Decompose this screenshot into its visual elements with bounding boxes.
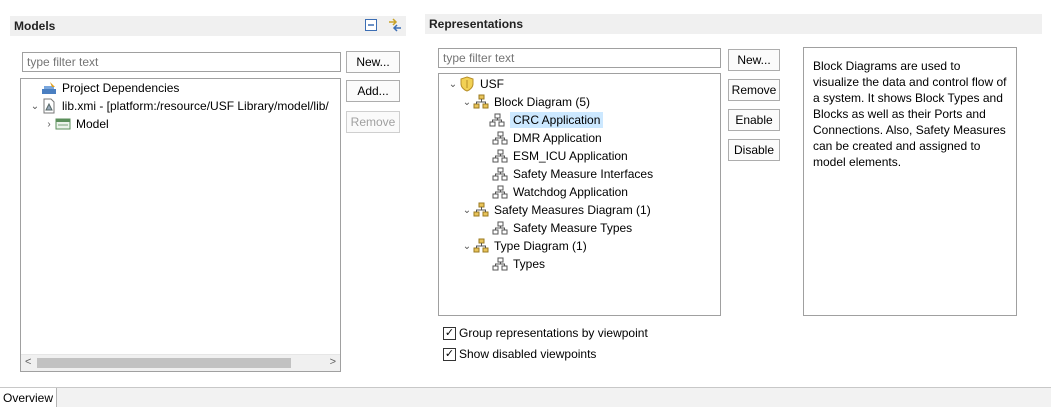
checkbox-label: Group representations by viewpoint xyxy=(459,326,648,340)
tree-item-usf[interactable]: ⌄ USF xyxy=(447,75,504,93)
tree-item-model[interactable]: › Model xyxy=(43,115,109,133)
tree-item-safety-measures-diagram[interactable]: ⌄ Safety Measures Diagram (1) xyxy=(461,201,651,219)
chevron-right-icon[interactable]: › xyxy=(43,119,55,130)
viewpoint-description: Block Diagrams are used to visualize the… xyxy=(803,47,1017,316)
tree-item-label: Block Diagram (5) xyxy=(494,95,591,109)
tree-item-label: Model xyxy=(76,117,109,131)
diagram-folder-icon xyxy=(473,202,489,217)
tree-item-dmr-application[interactable]: DMR Application xyxy=(492,129,602,147)
tree-item-crc-application[interactable]: CRC Application xyxy=(489,111,604,129)
chevron-down-icon[interactable]: ⌄ xyxy=(447,79,459,90)
tree-item-type-diagram[interactable]: ⌄ Type Diagram (1) xyxy=(461,237,587,255)
tree-item-safety-measure-interfaces[interactable]: Safety Measure Interfaces xyxy=(492,165,653,183)
tree-item-esm-icu-application[interactable]: ESM_ICU Application xyxy=(492,147,628,165)
chevron-down-icon[interactable]: ⌄ xyxy=(461,205,473,216)
tab-overview[interactable]: Overview xyxy=(0,388,58,407)
checkmark-icon[interactable]: ✓ xyxy=(443,326,456,340)
tree-item-types[interactable]: Types xyxy=(492,255,545,273)
models-remove-button: Remove xyxy=(346,111,400,133)
models-filter-input[interactable] xyxy=(22,52,341,72)
tree-item-label: Types xyxy=(513,257,546,271)
representations-title: Representations xyxy=(429,17,524,31)
chevron-down-icon[interactable]: ⌄ xyxy=(461,241,473,252)
show-disabled-viewpoints-checkbox[interactable]: ✓ Show disabled viewpoints xyxy=(443,347,596,361)
models-add-button[interactable]: Add... xyxy=(346,80,400,102)
tree-item-label: CRC Application xyxy=(510,112,604,128)
xmi-resource-icon xyxy=(43,98,55,114)
diagram-folder-icon xyxy=(473,238,489,253)
viewpoint-shield-icon xyxy=(460,76,474,92)
tree-item-block-diagram[interactable]: ⌄ Block Diagram (5) xyxy=(461,93,590,111)
diagram-icon xyxy=(492,257,508,271)
project-dependencies-icon xyxy=(42,82,56,94)
scrollbar-thumb[interactable] xyxy=(37,358,291,368)
diagram-icon xyxy=(492,221,508,235)
scroll-right-icon[interactable]: > xyxy=(330,356,336,368)
representations-section-header: Representations xyxy=(425,14,1042,34)
tree-item-label: Project Dependencies xyxy=(62,81,180,95)
tree-item-label: DMR Application xyxy=(513,131,602,145)
model-icon xyxy=(55,118,71,130)
models-section-header: Models xyxy=(10,16,406,36)
tree-item-label: Safety Measures Diagram (1) xyxy=(494,203,651,217)
tree-item-label: Safety Measure Interfaces xyxy=(513,167,654,181)
tree-item-label: Type Diagram (1) xyxy=(494,239,587,253)
tree-item-lib-xmi[interactable]: ⌄ lib.xmi - [platform:/resource/USF Libr… xyxy=(29,97,329,115)
group-by-viewpoint-checkbox[interactable]: ✓ Group representations by viewpoint xyxy=(443,326,648,340)
link-with-editor-icon[interactable] xyxy=(388,18,402,32)
scroll-left-icon[interactable]: < xyxy=(25,356,31,368)
chevron-down-icon[interactable]: ⌄ xyxy=(29,101,41,112)
diagram-icon xyxy=(492,167,508,181)
collapse-all-icon[interactable] xyxy=(364,18,378,32)
diagram-icon xyxy=(492,131,508,145)
representations-new-button[interactable]: New... xyxy=(728,49,780,71)
editor-tab-bar: Overview xyxy=(0,387,1051,407)
representations-tree[interactable]: ⌄ USF ⌄ Block Diagram (5) CRC Applicatio… xyxy=(438,73,721,316)
diagram-icon xyxy=(492,149,508,163)
representations-disable-button[interactable]: Disable xyxy=(728,139,780,161)
checkbox-label: Show disabled viewpoints xyxy=(459,347,597,361)
models-tree[interactable]: Project Dependencies ⌄ lib.xmi - [platfo… xyxy=(20,78,341,372)
tree-item-label: Safety Measure Types xyxy=(513,221,633,235)
diagram-icon xyxy=(492,185,508,199)
horizontal-scrollbar[interactable]: < > xyxy=(21,354,340,371)
models-title: Models xyxy=(14,19,56,33)
tree-item-project-dependencies[interactable]: Project Dependencies xyxy=(29,79,179,97)
representations-enable-button[interactable]: Enable xyxy=(728,109,780,131)
representations-filter-input[interactable] xyxy=(438,48,721,68)
tree-item-safety-measure-types[interactable]: Safety Measure Types xyxy=(492,219,632,237)
tree-item-label: USF xyxy=(480,77,504,91)
models-new-button[interactable]: New... xyxy=(346,51,400,73)
chevron-down-icon[interactable]: ⌄ xyxy=(461,97,473,108)
tree-item-label: lib.xmi - [platform:/resource/USF Librar… xyxy=(62,99,329,113)
diagram-icon xyxy=(489,113,505,127)
tree-item-label: Watchdog Application xyxy=(513,185,628,199)
diagram-folder-icon xyxy=(473,94,489,109)
checkmark-icon[interactable]: ✓ xyxy=(443,347,456,361)
tree-item-watchdog-application[interactable]: Watchdog Application xyxy=(492,183,628,201)
tree-item-label: ESM_ICU Application xyxy=(513,149,628,163)
representations-remove-button[interactable]: Remove xyxy=(728,79,780,101)
